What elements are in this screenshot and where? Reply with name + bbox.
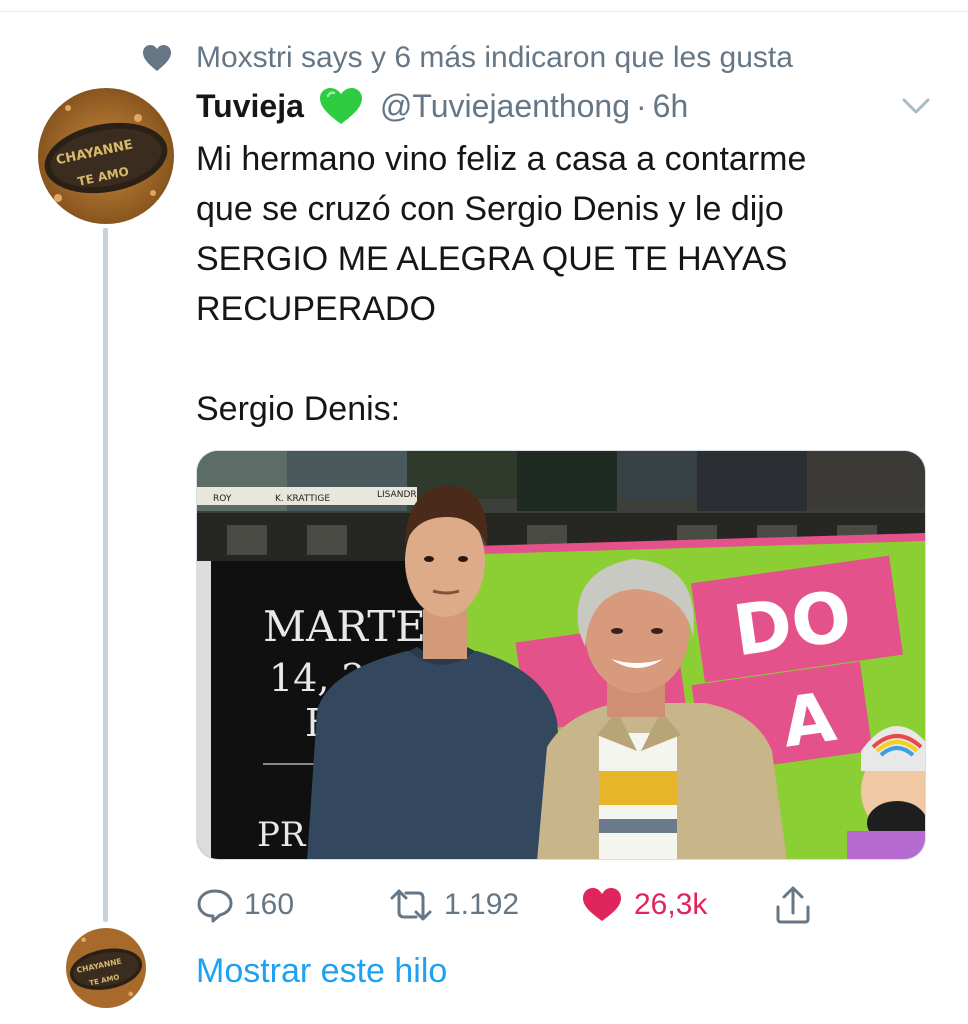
avatar[interactable]: CHAYANNE TE AMO <box>38 88 174 224</box>
poster-label: ROY <box>213 494 232 504</box>
show-thread-link[interactable]: Mostrar este hilo <box>196 952 447 991</box>
poster-label: LISANDR <box>377 490 417 500</box>
share-button[interactable] <box>774 880 812 930</box>
green-heart-icon <box>318 85 364 127</box>
tweet-header: Tuvieja @Tuviejaenthong · 6h <box>196 82 688 130</box>
reply-button[interactable]: 160 <box>196 880 294 930</box>
social-context[interactable]: Moxstri says y 6 más indicaron que les g… <box>140 38 793 78</box>
tweet-photo[interactable]: ROY K. KRATTIGE LISANDR MARTES 14, 21 E … <box>196 450 926 860</box>
retweet-count: 1.192 <box>444 888 520 921</box>
like-count: 26,3k <box>634 888 708 921</box>
top-divider <box>0 0 968 12</box>
avatar[interactable]: CHAYANNE TE AMO <box>66 928 146 1008</box>
retweet-icon <box>390 889 432 921</box>
tweet-text-line: SERGIO ME ALEGRA QUE TE HAYAS <box>196 240 788 278</box>
share-icon <box>776 886 810 924</box>
heart-icon <box>140 41 174 75</box>
poster-pr: PR <box>257 815 307 855</box>
reply-count: 160 <box>244 888 295 921</box>
timestamp[interactable]: 6h <box>653 88 689 125</box>
tweet-text-line: que se cruzó con Sergio Denis y le dijo <box>196 190 784 228</box>
handle[interactable]: @Tuviejaenthong <box>380 88 630 125</box>
thread-line <box>103 228 108 922</box>
tweet-text-line: RECUPERADO <box>196 290 436 328</box>
chevron-down-icon[interactable] <box>896 92 936 120</box>
like-button[interactable]: 26,3k <box>582 880 707 930</box>
poster-label: K. KRATTIGE <box>275 494 330 504</box>
tweet-text: Mi hermano vino feliz a casa a contarme … <box>196 134 916 434</box>
banner-word: DO <box>728 575 856 673</box>
social-context-text: Moxstri says y 6 más indicaron que les g… <box>196 41 793 74</box>
tweet-text-line: Mi hermano vino feliz a casa a contarme <box>196 140 807 178</box>
reply-icon <box>197 889 233 923</box>
separator-dot: · <box>636 87 647 124</box>
retweet-button[interactable]: 1.192 <box>388 880 519 930</box>
display-name[interactable]: Tuvieja <box>196 88 304 125</box>
heart-filled-icon <box>583 888 621 921</box>
tweet-text-line: Sergio Denis: <box>196 390 401 428</box>
tweet-actions: 160 1.192 26,3k <box>196 880 836 930</box>
